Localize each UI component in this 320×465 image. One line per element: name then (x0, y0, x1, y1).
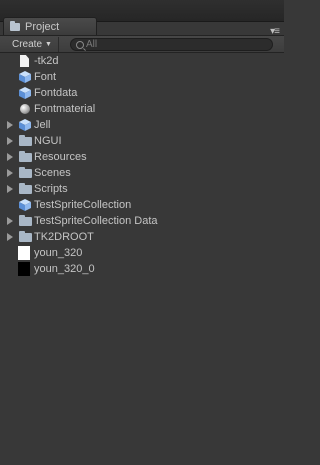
document-icon (20, 55, 29, 67)
expand-arrow-icon[interactable] (7, 121, 13, 129)
tree-item-fontdata[interactable]: Fontdata (0, 85, 284, 101)
search-icon (76, 40, 84, 49)
tree-item-testspritecollection-data[interactable]: TestSpriteCollection Data (0, 213, 284, 229)
tree-item-label: Fontmaterial (34, 103, 96, 115)
tree-item-ngui[interactable]: NGUI (0, 133, 284, 149)
tree-item-label: -tk2d (34, 55, 59, 67)
tab-label: Project (25, 20, 60, 33)
material-sphere-icon (20, 104, 30, 114)
tree-item-scenes[interactable]: Scenes (0, 165, 284, 181)
expand-arrow-icon[interactable] (7, 153, 13, 161)
create-label: Create (12, 39, 43, 50)
tree-item-label: Scenes (34, 167, 71, 179)
tree-item-label: NGUI (34, 135, 62, 147)
folder-icon (19, 183, 32, 194)
prefab-cube-icon (19, 199, 31, 211)
folder-icon (19, 135, 32, 146)
tree-item-font[interactable]: Font (0, 69, 284, 85)
toolbar: Create ▼ (0, 35, 284, 53)
prefab-cube-icon (19, 71, 31, 83)
search-field[interactable] (70, 38, 273, 51)
tree-item-scripts[interactable]: Scripts (0, 181, 284, 197)
prefab-cube-icon (19, 87, 31, 99)
tree-item-label: Resources (34, 151, 87, 163)
tree-item-tk2droot[interactable]: TK2DROOT (0, 229, 284, 245)
tree-item-label: Scripts (34, 183, 68, 195)
expand-arrow-icon[interactable] (7, 217, 13, 225)
tree-item-fontmaterial[interactable]: Fontmaterial (0, 101, 284, 117)
tree-item-jell[interactable]: Jell (0, 117, 284, 133)
tree-item-tk2d[interactable]: -tk2d (0, 53, 284, 69)
folder-icon (10, 20, 20, 31)
tree-item-label: Jell (34, 119, 51, 131)
tree-item-label: Font (34, 71, 57, 83)
tree-item-label: Fontdata (34, 87, 78, 99)
tree-item-youn-320-0[interactable]: youn_320_0 (0, 261, 284, 277)
search-input[interactable] (86, 39, 246, 50)
folder-icon (19, 215, 32, 226)
expand-arrow-icon[interactable] (7, 137, 13, 145)
tree-item-label: TestSpriteCollection Data (34, 215, 158, 227)
folder-icon (19, 167, 32, 178)
white-texture-icon (18, 246, 30, 260)
tab-project[interactable]: Project (3, 17, 97, 35)
expand-arrow-icon[interactable] (7, 169, 13, 177)
tree-item-label: youn_320_0 (34, 263, 95, 275)
chevron-down-icon: ▼ (45, 41, 52, 48)
folder-icon (19, 231, 32, 242)
create-button[interactable]: Create ▼ (6, 37, 59, 52)
tree-item-label: TK2DROOT (34, 231, 94, 243)
expand-arrow-icon[interactable] (7, 185, 13, 193)
tree-item-youn-320[interactable]: youn_320 (0, 245, 284, 261)
expand-arrow-icon[interactable] (7, 233, 13, 241)
tree-item-label: youn_320 (34, 247, 83, 259)
tree-item-resources[interactable]: Resources (0, 149, 284, 165)
black-texture-icon (18, 262, 30, 276)
tree-item-label: TestSpriteCollection (34, 199, 132, 211)
folder-icon (19, 151, 32, 162)
tree-item-testspritecollection[interactable]: TestSpriteCollection (0, 197, 284, 213)
prefab-cube-icon (19, 119, 31, 131)
